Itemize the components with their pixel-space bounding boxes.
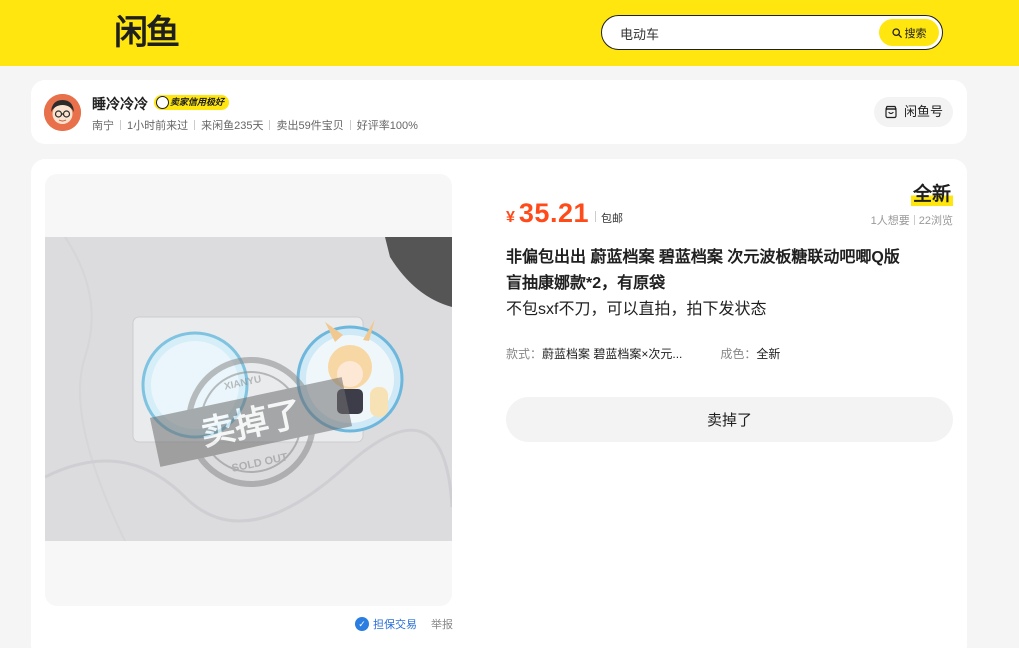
description-line: 不包sxf不刀，可以直拍，拍下发状态	[506, 301, 767, 318]
avatar-illustration	[44, 94, 81, 131]
description-line: 非偏包出出 蔚蓝档案 碧蓝档案 次元波板糖联动吧唧Q版	[506, 249, 900, 266]
guarantee-icon: ✓	[355, 617, 369, 631]
seller-avatar[interactable]	[44, 94, 81, 131]
attr-style-key: 款式：	[506, 347, 543, 361]
shop-icon	[885, 105, 897, 119]
attr-condition-value: 全新	[756, 347, 781, 361]
search-input[interactable]	[620, 23, 870, 43]
divider	[349, 120, 351, 130]
attr-condition-key: 成色：	[720, 347, 757, 361]
attr-style-value: 蔚蓝档案 碧蓝档案×次元...	[542, 347, 683, 361]
views-count: 22浏览	[918, 215, 953, 227]
item-footer-links: ✓ 担保交易 举报	[355, 616, 453, 632]
credit-badge-label: 卖家信用极好	[170, 97, 225, 107]
item-attributes: 款式： 蔚蓝档案 碧蓝档案×次元... 成色： 全新	[506, 345, 956, 362]
item-photo[interactable]: 卖掉了 SOLD OUT XIANYU	[45, 237, 452, 541]
seller-items-sold: 卖出59件宝贝	[276, 120, 344, 132]
seller-shop-button[interactable]: 闲鱼号	[873, 97, 953, 127]
guarantee-link[interactable]: ✓ 担保交易	[355, 616, 417, 632]
divider	[120, 120, 121, 130]
item-stats: 1人想要 22浏览	[871, 212, 953, 228]
shipping-label: 包邮	[600, 213, 623, 225]
search-button-label: 搜索	[904, 27, 927, 40]
item-gallery[interactable]: 卖掉了 SOLD OUT XIANYU	[45, 174, 452, 606]
wants-count: 1人想要	[870, 215, 910, 227]
divider	[269, 120, 271, 130]
description-line: 盲抽康娜款*2，有原袋	[506, 275, 666, 292]
seller-last-active: 1小时前来过	[127, 120, 189, 132]
price-row: ¥ 35.21 包邮	[506, 198, 623, 229]
attr-condition: 成色： 全新	[720, 345, 780, 362]
search-box: 搜索	[601, 15, 943, 50]
sold-out-stamp: 卖掉了 SOLD OUT XIANYU	[149, 357, 353, 487]
report-link[interactable]: 举报	[431, 616, 453, 632]
price-currency: ¥	[506, 209, 515, 226]
condition-tag: 全新	[910, 179, 953, 206]
divider	[913, 215, 915, 225]
search-button[interactable]: 搜索	[879, 19, 939, 46]
divider	[594, 211, 596, 222]
divider	[194, 120, 196, 130]
seller-location: 南宁	[92, 120, 114, 132]
item-description: 非偏包出出 蔚蓝档案 碧蓝档案 次元波板糖联动吧唧Q版 盲抽康娜款*2，有原袋 …	[506, 245, 956, 323]
guarantee-label: 担保交易	[373, 619, 417, 631]
seller-name[interactable]: 睡冷冷冷	[92, 94, 148, 114]
seller-card: 睡冷冷冷 卖家信用极好 南宁 1小时前来过 来闲鱼235天 卖出59件宝贝 好评…	[31, 80, 967, 144]
credit-badge: 卖家信用极好	[154, 95, 230, 110]
search-icon	[891, 27, 902, 38]
attr-style: 款式： 蔚蓝档案 碧蓝档案×次元...	[506, 345, 682, 362]
seller-days-on-platform: 来闲鱼235天	[201, 120, 264, 132]
shop-button-label: 闲鱼号	[903, 104, 943, 119]
price-value: 35.21	[518, 198, 589, 228]
smile-face-icon	[156, 96, 169, 109]
xianyu-logo[interactable]: 闲鱼	[114, 13, 190, 53]
seller-rating: 好评率100%	[356, 120, 418, 132]
sold-out-button[interactable]: 卖掉了	[506, 397, 953, 442]
top-header-bar: 闲鱼 搜索	[0, 0, 1019, 66]
seller-meta: 南宁 1小时前来过 来闲鱼235天 卖出59件宝贝 好评率100%	[92, 117, 418, 133]
item-card: 卖掉了 SOLD OUT XIANYU ✓ 担保交易 举报 全新 ¥ 35.21…	[31, 159, 967, 648]
